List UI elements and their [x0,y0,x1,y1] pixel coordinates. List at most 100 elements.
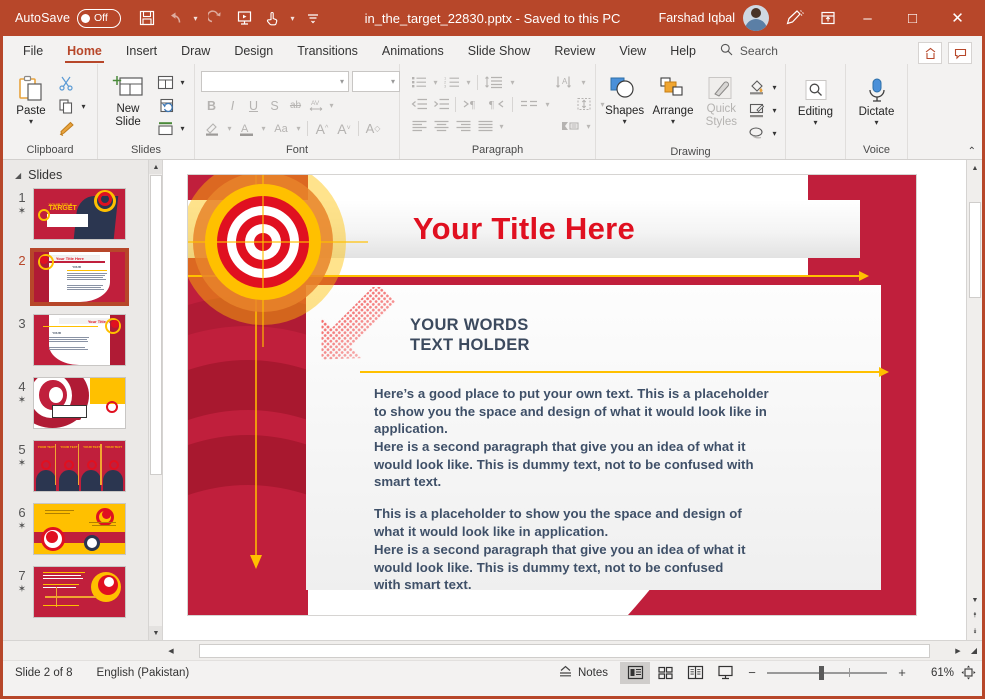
align-left-icon[interactable] [408,116,430,137]
minimize-button[interactable]: ‒ [845,0,890,36]
ribbon-display-options-icon[interactable] [811,4,845,32]
tab-draw[interactable]: Draw [169,38,222,64]
zoom-track[interactable] [767,665,887,680]
hscroll-thumb[interactable] [199,643,930,658]
character-spacing-button[interactable]: AV [306,95,326,116]
shape-effects-icon[interactable] [745,122,769,144]
text-highlight-color-button[interactable] [201,118,224,139]
body-paragraph-4[interactable]: Here is a second paragraph that give you… [374,541,746,594]
align-right-icon[interactable] [452,116,474,137]
decrease-indent-icon[interactable] [408,94,430,115]
tab-view[interactable]: View [607,38,658,64]
increase-indent-icon[interactable] [430,94,452,115]
start-from-beginning-icon[interactable] [230,4,258,32]
zoom-out-button[interactable]: − [744,665,760,680]
shapes-button[interactable]: Shapes ▾ [601,72,648,126]
thumbnail-scroll-thumb[interactable] [150,175,162,475]
close-button[interactable]: ✕ [935,0,980,36]
zoom-level-label[interactable]: 61% [914,667,954,679]
font-name-input[interactable]: ▾ [201,71,349,92]
shape-fill-icon[interactable] [745,76,769,98]
clear-all-formatting-button[interactable]: A ◇ [362,118,384,139]
body-paragraph-1[interactable]: Here’s a good place to put your own text… [374,385,770,438]
zoom-handle[interactable] [819,665,824,680]
collapse-ribbon-icon[interactable]: ⌃ [968,146,976,157]
font-color-dropdown-icon[interactable]: ▾ [258,124,269,133]
text-direction-dropdown-icon[interactable]: ▾ [578,78,589,87]
save-icon[interactable] [133,4,161,32]
tab-help[interactable]: Help [658,38,708,64]
ltr-text-direction-icon[interactable]: ¶ [459,94,484,115]
customize-quick-access-icon[interactable] [299,4,327,32]
columns-dropdown-icon[interactable]: ▾ [542,100,553,109]
canvas-scroll-up-icon[interactable]: ▲ [967,160,983,176]
shape-outline-icon[interactable] [745,99,769,121]
new-slide-button[interactable]: New Slide [103,70,153,128]
numbering-dropdown-icon[interactable]: ▾ [463,78,474,87]
rtl-text-direction-icon[interactable]: ¶ [484,94,509,115]
change-case-dropdown-icon[interactable]: ▾ [293,124,304,133]
thumbnail-row-3[interactable]: 3 Your Title Here YOUR [11,314,162,366]
body-heading[interactable]: YOUR WORDS TEXT HOLDER [410,315,530,355]
slide-editing-surface[interactable]: Your Title Here YOUR WORDS TEXT HOLDER H… [188,175,916,615]
slide-show-view-button[interactable] [710,662,740,684]
tab-insert[interactable]: Insert [114,38,169,64]
highlight-dropdown-icon[interactable]: ▾ [224,124,235,133]
previous-slide-icon[interactable]: ⯭ [967,608,983,624]
next-slide-icon[interactable]: ⯯ [967,624,983,640]
quick-styles-button[interactable]: Quick Styles [698,72,745,128]
reset-icon[interactable] [153,94,177,116]
shape-effects-dropdown-icon[interactable]: ▾ [769,129,780,138]
thumbnail-row-4[interactable]: 4 ✶ [11,377,162,429]
undo-icon[interactable] [161,4,189,32]
thumbnail-row-7[interactable]: 7 ✶ [11,566,162,618]
body-paragraph-3[interactable]: This is a placeholder to show you the sp… [374,505,746,540]
arrange-button[interactable]: Arrange ▾ [648,72,697,126]
shapes-dropdown-icon[interactable]: ▾ [619,118,630,126]
thumbnail-row-5[interactable]: 5 ✶ YOUR TEXT YOUR TEXT YOUR TEXT YOUR T… [11,440,162,492]
ink-pen-icon[interactable] [777,4,811,32]
maximize-button[interactable]: □ [890,0,935,36]
copy-dropdown-icon[interactable]: ▾ [78,102,89,111]
tab-animations[interactable]: Animations [370,38,456,64]
bold-button[interactable]: B [201,95,222,116]
slide-position-label[interactable]: Slide 2 of 8 [3,667,85,679]
justify-dropdown-icon[interactable]: ▾ [496,122,507,131]
thumbnail-3[interactable]: Your Title Here YOUR [33,314,126,366]
justify-icon[interactable] [474,116,496,137]
notes-button[interactable]: Notes [546,665,620,681]
thumbnail-6[interactable] [33,503,126,555]
comments-button[interactable] [948,42,972,64]
tab-review[interactable]: Review [542,38,607,64]
align-text-icon[interactable] [571,94,597,115]
numbering-icon[interactable]: 123 [441,72,463,93]
underline-button[interactable]: U [243,95,264,116]
increase-font-size-button[interactable]: A ^ [311,118,333,139]
bullets-icon[interactable] [408,72,430,93]
editing-button[interactable]: Editing ▾ [791,75,840,127]
collapse-triangle-icon[interactable]: ◢ [15,171,21,180]
format-painter-icon[interactable] [54,118,78,140]
layout-dropdown-icon[interactable]: ▾ [177,78,188,87]
thumbnail-1[interactable]: YOUR TITLE TARGET [33,188,126,240]
language-label[interactable]: English (Pakistan) [85,667,202,679]
thumbnail-scroll-up-icon[interactable]: ▲ [149,160,162,174]
shape-outline-dropdown-icon[interactable]: ▾ [769,106,780,115]
cut-icon[interactable] [54,72,78,94]
tab-file[interactable]: File [11,38,55,64]
line-spacing-icon[interactable] [481,72,507,93]
horizontal-scrollbar[interactable]: ◀ ▶ ◢ [3,640,982,660]
share-button[interactable] [918,42,942,64]
columns-icon[interactable] [516,94,542,115]
canvas-scroll-thumb[interactable] [969,202,981,298]
reading-view-button[interactable] [680,662,710,684]
tab-design[interactable]: Design [222,38,285,64]
zoom-slider[interactable]: − + [740,665,914,680]
hscroll-right-icon[interactable]: ▶ [950,642,966,660]
paste-button[interactable]: Paste ▾ [8,70,54,126]
text-shadow-button[interactable]: S [264,95,285,116]
account-name[interactable]: Farshad Iqbal [659,11,735,25]
hscroll-left-icon[interactable]: ◀ [163,642,179,660]
shape-fill-dropdown-icon[interactable]: ▾ [769,83,780,92]
canvas-vertical-scrollbar[interactable]: ▲ ▼ ⯭ ⯯ [966,160,982,640]
